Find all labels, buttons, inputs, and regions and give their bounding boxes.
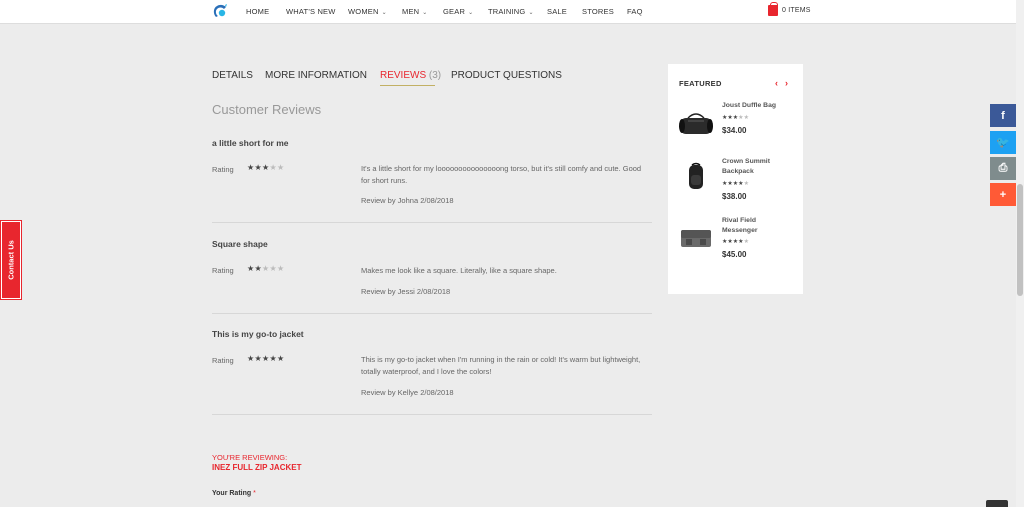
nav-item-stores[interactable]: STORES [582, 7, 614, 16]
twitter-icon[interactable]: 🐦 [990, 131, 1016, 154]
rating-label: Rating [212, 266, 234, 275]
star-rating: ★★★★★ [722, 114, 749, 121]
top-navigation: HOME WHAT'S NEW WOMEN ⌄ MEN ⌄ GEAR ⌄ TRAINI… [0, 0, 1016, 24]
star-empty-icon: ★ [276, 264, 285, 273]
featured-product-price: $34.00 [722, 126, 747, 135]
scroll-to-top-button[interactable] [986, 500, 1008, 507]
shopping-bag-icon [768, 2, 778, 16]
cart-link[interactable]: 0 ITEMS [768, 2, 811, 16]
contact-us-label: Contact Us [6, 240, 16, 280]
featured-product-name[interactable]: Joust Duffle Bag [722, 101, 792, 111]
your-rating-label: Your Rating * [212, 490, 256, 497]
chevron-down-icon: ⌄ [528, 10, 534, 16]
featured-product-price: $45.00 [722, 250, 747, 259]
star-filled-icon: ★ [254, 163, 262, 172]
nav-item-whats-new[interactable]: WHAT'S NEW [286, 7, 336, 16]
featured-product-name[interactable]: Crown Summit Backpack [722, 157, 792, 177]
product-image-duffle-bag[interactable] [678, 108, 714, 138]
review-text: Makes me look like a square. Literally, … [361, 266, 557, 275]
nav-item-women[interactable]: WOMEN ⌄ [348, 7, 387, 16]
review-author: Review by Johna 2/08/2018 [361, 196, 454, 205]
star-empty-icon: ★ [276, 163, 285, 172]
tab-details[interactable]: DETAILS [212, 70, 253, 81]
chevron-right-icon[interactable]: › [785, 78, 788, 88]
featured-title: FEATURED [679, 79, 722, 88]
tab-product-questions[interactable]: PRODUCT QUESTIONS [451, 70, 562, 81]
star-empty-icon: ★ [743, 239, 749, 245]
print-icon[interactable]: ⎙ [990, 157, 1016, 180]
star-empty-icon: ★ [269, 264, 277, 273]
review-author: Review by Kellye 2/08/2018 [361, 388, 454, 397]
logo-icon[interactable] [212, 3, 228, 20]
review-title: This is my go-to jacket [212, 329, 304, 339]
star-empty-icon: ★ [743, 115, 749, 121]
chevron-left-icon[interactable]: ‹ [775, 78, 778, 88]
star-rating: ★★★★★ [247, 264, 284, 273]
chevron-down-icon: ⌄ [381, 10, 387, 16]
featured-product-name[interactable]: Rival Field Messenger [722, 216, 792, 236]
star-filled-icon: ★ [269, 354, 277, 363]
reviews-count: (3) [428, 70, 442, 81]
nav-item-men[interactable]: MEN ⌄ [402, 7, 428, 16]
facebook-icon[interactable]: f [990, 104, 1016, 127]
divider [212, 222, 652, 223]
star-rating: ★★★★★ [247, 163, 284, 172]
star-empty-icon: ★ [269, 163, 277, 172]
rating-label: Rating [212, 356, 234, 365]
review-title: a little short for me [212, 138, 289, 148]
review-text: This is my go-to jacket when I'm running… [361, 355, 641, 376]
divider [212, 313, 652, 314]
contact-us-tab[interactable]: Contact Us [0, 220, 22, 300]
star-filled-icon: ★ [254, 354, 262, 363]
star-rating: ★★★★★ [722, 180, 749, 187]
review-author: Review by Jessi 2/08/2018 [361, 287, 451, 296]
scrollbar-thumb[interactable] [1017, 184, 1023, 296]
review-title: Square shape [212, 239, 268, 249]
star-filled-icon: ★ [276, 354, 285, 363]
youre-reviewing-label: YOU'RE REVIEWING: [212, 453, 288, 462]
chevron-down-icon: ⌄ [468, 10, 474, 16]
rating-label: Rating [212, 165, 234, 174]
nav-item-gear[interactable]: GEAR ⌄ [443, 7, 473, 16]
review-text: It's a little short for my loooooooooooo… [361, 164, 642, 185]
star-rating: ★★★★★ [247, 354, 284, 363]
active-tab-indicator [380, 85, 435, 86]
featured-widget: FEATURED ‹ › Joust Duffle Bag ★★★★★ $34.… [668, 64, 803, 294]
product-image-messenger[interactable] [678, 222, 714, 252]
star-rating: ★★★★★ [722, 238, 749, 245]
tab-reviews[interactable]: REVIEWS (3) [380, 70, 441, 81]
cart-count: 0 ITEMS [782, 7, 811, 14]
reviewed-product-name: INEZ FULL ZIP JACKET [212, 463, 302, 472]
divider [212, 414, 652, 415]
star-filled-icon: ★ [254, 264, 262, 273]
nav-item-faq[interactable]: FAQ [627, 7, 643, 16]
star-empty-icon: ★ [743, 181, 749, 187]
tab-more-information[interactable]: MORE INFORMATION [265, 70, 367, 81]
nav-item-training[interactable]: TRAINING ⌄ [488, 7, 534, 16]
scrollbar[interactable] [1016, 0, 1024, 507]
product-image-backpack[interactable] [678, 162, 714, 192]
chevron-down-icon: ⌄ [422, 10, 428, 16]
nav-item-sale[interactable]: SALE [547, 7, 567, 16]
nav-item-home[interactable]: HOME [246, 7, 269, 16]
share-plus-icon[interactable]: + [990, 183, 1016, 206]
section-title: Customer Reviews [212, 102, 322, 117]
featured-product-price: $38.00 [722, 192, 747, 201]
